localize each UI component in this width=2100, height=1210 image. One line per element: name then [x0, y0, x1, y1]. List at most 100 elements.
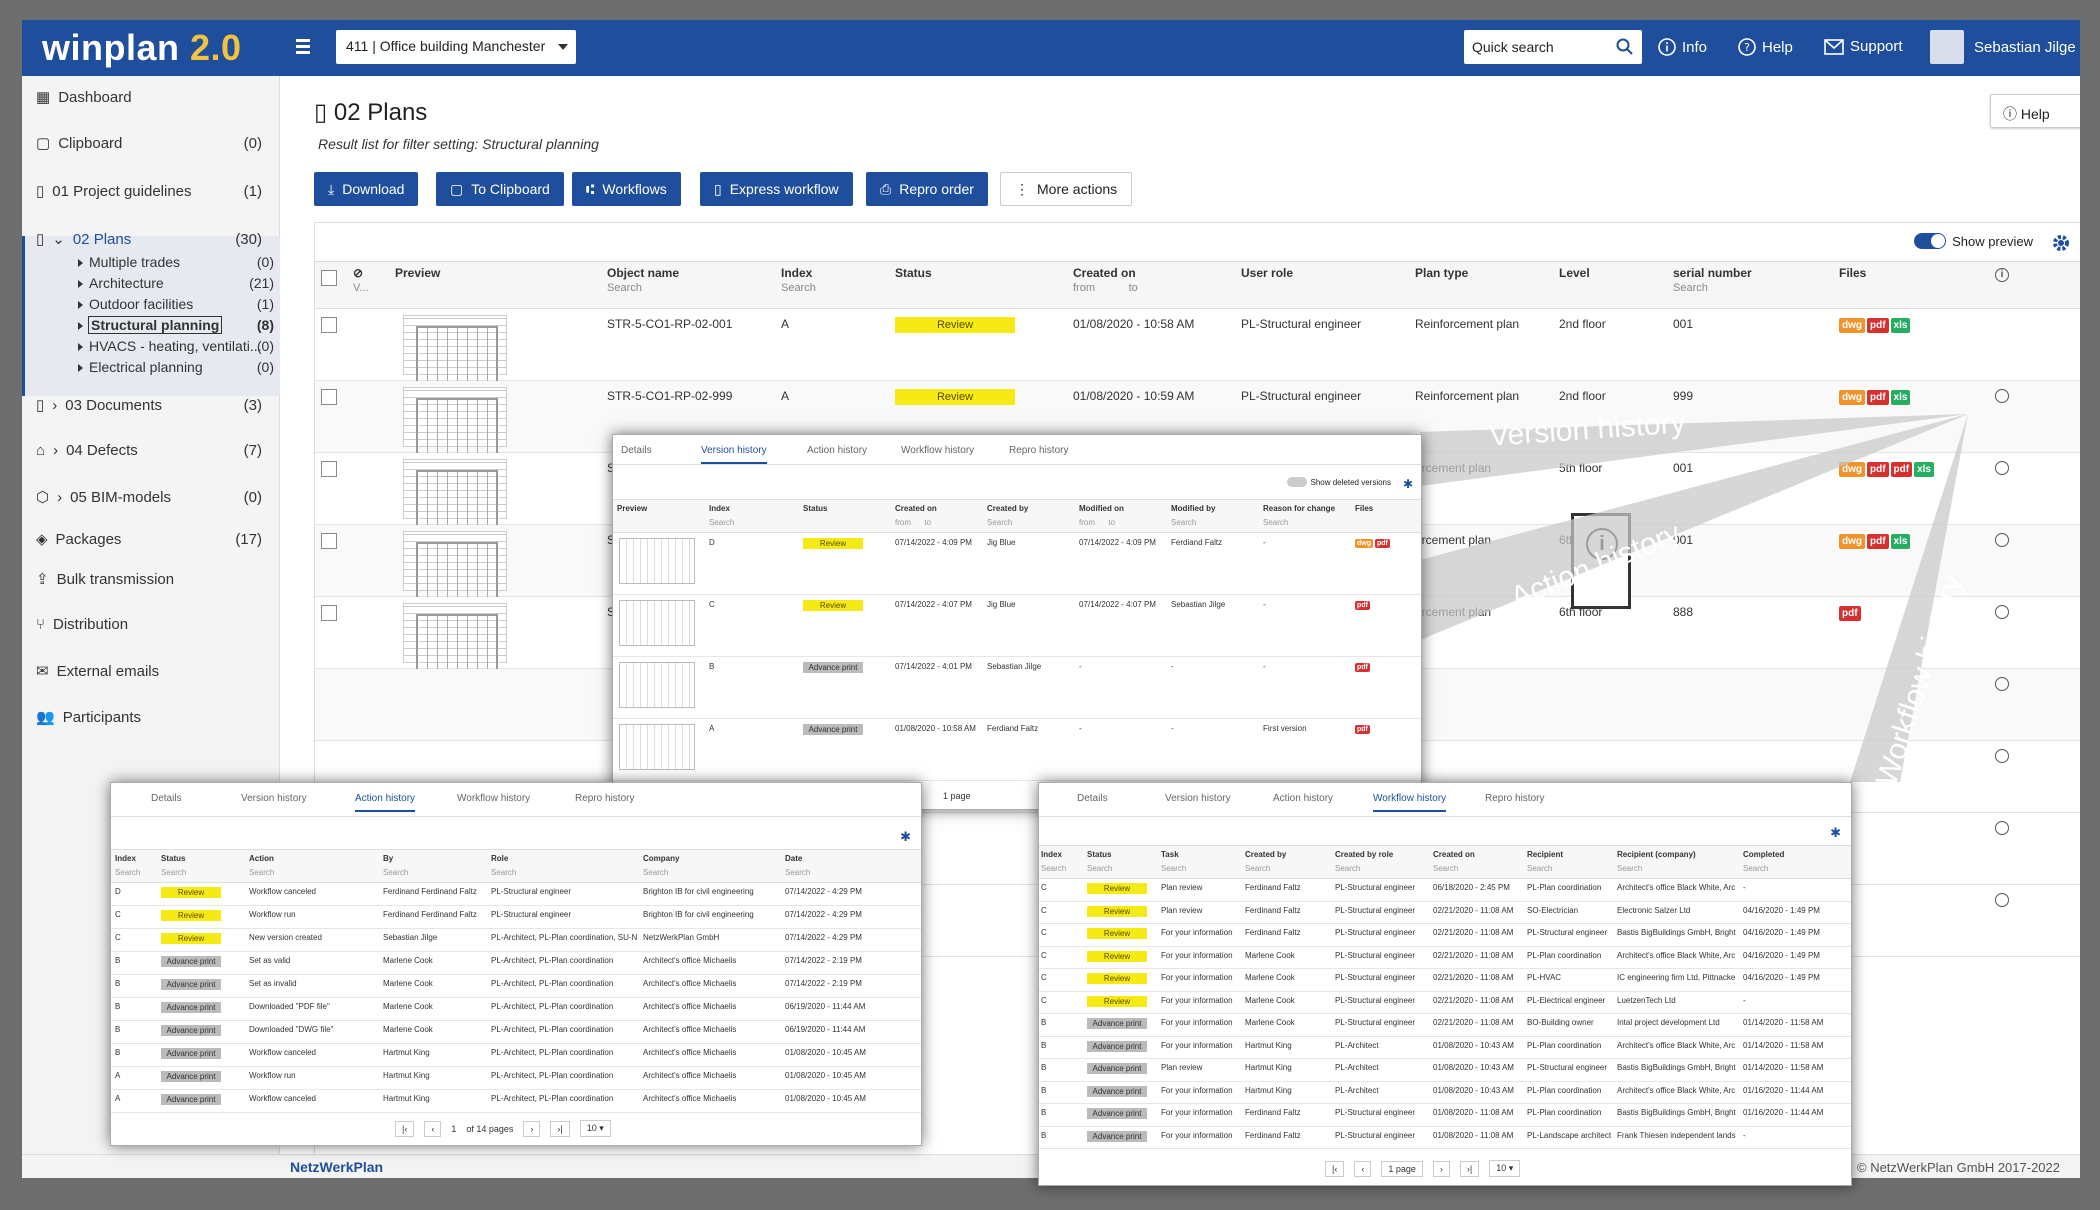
- sidebar-item-distribution[interactable]: ⑂ Distribution: [36, 616, 272, 633]
- column-header[interactable]: Index Search: [709, 504, 734, 527]
- column-header[interactable]: Created by Search: [987, 504, 1028, 527]
- column-header[interactable]: Completed Search: [1743, 850, 1784, 873]
- version-row[interactable]: D Review 07/14/2022 - 4:09 PM Jig Blue 07/14…: [613, 533, 1421, 595]
- sidebar-item-participants[interactable]: 👥 Participants: [36, 708, 272, 727]
- table-row[interactable]: C Review New version created Sebastian Jilg…: [111, 929, 921, 952]
- column-hide-filter[interactable]: ⊘ V...: [353, 266, 369, 294]
- column-header-files[interactable]: Files: [1839, 266, 1866, 280]
- last-page-button[interactable]: ›|: [550, 1120, 570, 1137]
- column-header-plan-type[interactable]: Plan type: [1415, 266, 1468, 280]
- column-header-level[interactable]: Level: [1559, 266, 1590, 280]
- tab-version-history[interactable]: Version history: [1165, 793, 1231, 804]
- sidebar-subitem-architecture[interactable]: Architecture (21): [78, 275, 274, 291]
- tab-action-history[interactable]: Action history: [807, 445, 867, 456]
- workflows-button[interactable]: ⑆ Workflows: [572, 172, 681, 206]
- table-row[interactable]: B Advance print For your information Marlen…: [1039, 1014, 1851, 1037]
- sidebar-item-documents[interactable]: ▯ › 03 Documents (3): [36, 396, 272, 415]
- table-row[interactable]: C Review For your information Ferdinand Fal…: [1039, 924, 1851, 947]
- info-icon[interactable]: [1995, 461, 2009, 475]
- column-filter-search[interactable]: Search: [1617, 864, 1696, 873]
- user-name[interactable]: Sebastian Jilge: [1974, 39, 2076, 56]
- file-dwg-icon[interactable]: dwg: [1839, 462, 1865, 477]
- table-row[interactable]: C Review For your information Marlene Cook P…: [1039, 969, 1851, 992]
- table-row[interactable]: B Advance print For your information Hartmu…: [1039, 1037, 1851, 1059]
- table-row[interactable]: B Advance print Downloaded "PDF file" Marle…: [111, 998, 921, 1021]
- plan-thumbnail[interactable]: [403, 603, 507, 672]
- sidebar-item-clipboard[interactable]: ▢ Clipboard (0): [36, 134, 272, 153]
- info-icon[interactable]: [1995, 389, 2009, 403]
- info-icon[interactable]: [1995, 677, 2009, 691]
- help-link[interactable]: ? Help: [1738, 38, 1793, 56]
- info-link[interactable]: Info: [1658, 38, 1707, 56]
- last-page-button[interactable]: ›|: [1459, 1160, 1480, 1177]
- per-page-select[interactable]: 10 ▾: [579, 1120, 611, 1137]
- column-filter-search[interactable]: Search: [1743, 864, 1784, 873]
- file-pdf-icon[interactable]: pdf: [1867, 318, 1889, 333]
- more-actions-button[interactable]: ⋮ More actions: [1000, 172, 1133, 206]
- first-page-button[interactable]: |‹: [1325, 1160, 1345, 1177]
- file-xls-icon[interactable]: xls: [1890, 390, 1911, 405]
- sidebar-item-dashboard[interactable]: ▦ Dashboard: [36, 88, 272, 107]
- column-filter-search[interactable]: Search: [1263, 518, 1335, 527]
- first-page-button[interactable]: |‹: [395, 1120, 415, 1137]
- per-page-select[interactable]: 10 ▾: [1489, 1160, 1521, 1177]
- tab-details[interactable]: Details: [621, 445, 652, 456]
- column-filter-search[interactable]: Search: [1087, 864, 1112, 873]
- info-icon[interactable]: [1995, 749, 2009, 763]
- repro-order-button[interactable]: ⎙ Repro order: [866, 172, 988, 206]
- tab-workflow-history[interactable]: Workflow history: [1373, 793, 1447, 812]
- column-header[interactable]: Files: [1355, 504, 1373, 513]
- table-row[interactable]: C Review For your information Marlene Cook P…: [1039, 992, 1851, 1014]
- sidebar-subitem-multiple-trades[interactable]: Multiple trades (0): [78, 254, 274, 270]
- table-row[interactable]: C Review Plan review Ferdinand Faltz PL-Stru…: [1039, 879, 1851, 902]
- pager-current[interactable]: 1: [451, 1124, 456, 1134]
- toggle-switch[interactable]: [1914, 233, 1947, 249]
- version-row[interactable]: C Review 07/14/2022 - 4:07 PM Jig Blue 07/14…: [613, 595, 1421, 657]
- sidebar-item-bulk-transmission[interactable]: ⇪ Bulk transmission: [36, 570, 272, 589]
- column-header[interactable]: Action Search: [249, 854, 274, 877]
- column-filter-search[interactable]: Search: [161, 868, 186, 877]
- tab-version-history[interactable]: Version history: [241, 793, 307, 804]
- column-filter-search[interactable]: Search: [1161, 864, 1186, 873]
- plan-thumbnail[interactable]: [619, 538, 695, 584]
- column-filter-date[interactable]: from to: [1079, 518, 1124, 527]
- plan-thumbnail[interactable]: [619, 600, 695, 646]
- file-xls-icon[interactable]: xls: [1890, 534, 1911, 549]
- table-row[interactable]: B Advance print Set as valid Marlene Cook PL…: [111, 952, 921, 975]
- plan-thumbnail[interactable]: [403, 531, 507, 600]
- column-filter-search[interactable]: Search: [1673, 282, 1708, 294]
- sidebar-item-defects[interactable]: ⌂ › 04 Defects (7): [36, 442, 272, 459]
- to-clipboard-button[interactable]: ▢ To Clipboard: [436, 172, 564, 206]
- express-workflow-button[interactable]: ▯ Express workflow: [700, 172, 853, 206]
- column-header[interactable]: Status Search: [161, 854, 186, 877]
- tab-version-history[interactable]: Version history: [701, 445, 767, 464]
- download-button[interactable]: ⤓ Download: [314, 172, 419, 206]
- show-deleted-toggle[interactable]: Show deleted versions: [1286, 477, 1391, 487]
- column-filter-search[interactable]: Search: [607, 282, 642, 294]
- info-icon[interactable]: [1995, 605, 2009, 619]
- app-logo[interactable]: winplan 2.0: [42, 27, 242, 69]
- table-row[interactable]: B Advance print For your information Hartmu…: [1039, 1082, 1851, 1104]
- row-checkbox[interactable]: [321, 389, 337, 405]
- column-header[interactable]: Modified by Search: [1171, 504, 1215, 527]
- version-row[interactable]: B Advance print 07/14/2022 - 4:01 PM Sebast…: [613, 657, 1421, 719]
- row-checkbox[interactable]: [321, 605, 337, 621]
- sidebar-subitem-structural-planning[interactable]: Structural planning (8): [78, 316, 274, 334]
- column-header[interactable]: Company Search: [643, 854, 679, 877]
- project-select[interactable]: 411 | Office building Manchester: [336, 30, 576, 64]
- sidebar-item-external-emails[interactable]: ✉ External emails: [36, 662, 272, 681]
- gear-icon[interactable]: ✱: [1830, 825, 1841, 841]
- tab-details[interactable]: Details: [151, 793, 182, 804]
- table-row[interactable]: D Review Workflow canceled Ferdinand Ferdin…: [111, 883, 921, 906]
- support-link[interactable]: Support: [1824, 38, 1903, 55]
- action-pager[interactable]: |‹ ‹ 1 of 14 pages › ›| 10 ▾: [395, 1120, 611, 1137]
- table-row[interactable]: C Review Plan review Ferdinand Faltz PL-Stru…: [1039, 902, 1851, 924]
- tab-workflow-history[interactable]: Workflow history: [457, 793, 530, 804]
- file-pdf-icon[interactable]: pdf: [1867, 462, 1889, 477]
- column-header[interactable]: Status: [803, 504, 827, 513]
- column-header-index[interactable]: Index Search: [781, 266, 816, 294]
- workflow-pager[interactable]: |‹ ‹ 1 page › ›| 10 ▾: [1325, 1160, 1521, 1177]
- tab-action-history[interactable]: Action history: [1273, 793, 1333, 804]
- column-header[interactable]: Created on from to: [895, 504, 937, 527]
- table-row[interactable]: B Advance print Downloaded "DWG file" Marle…: [111, 1021, 921, 1044]
